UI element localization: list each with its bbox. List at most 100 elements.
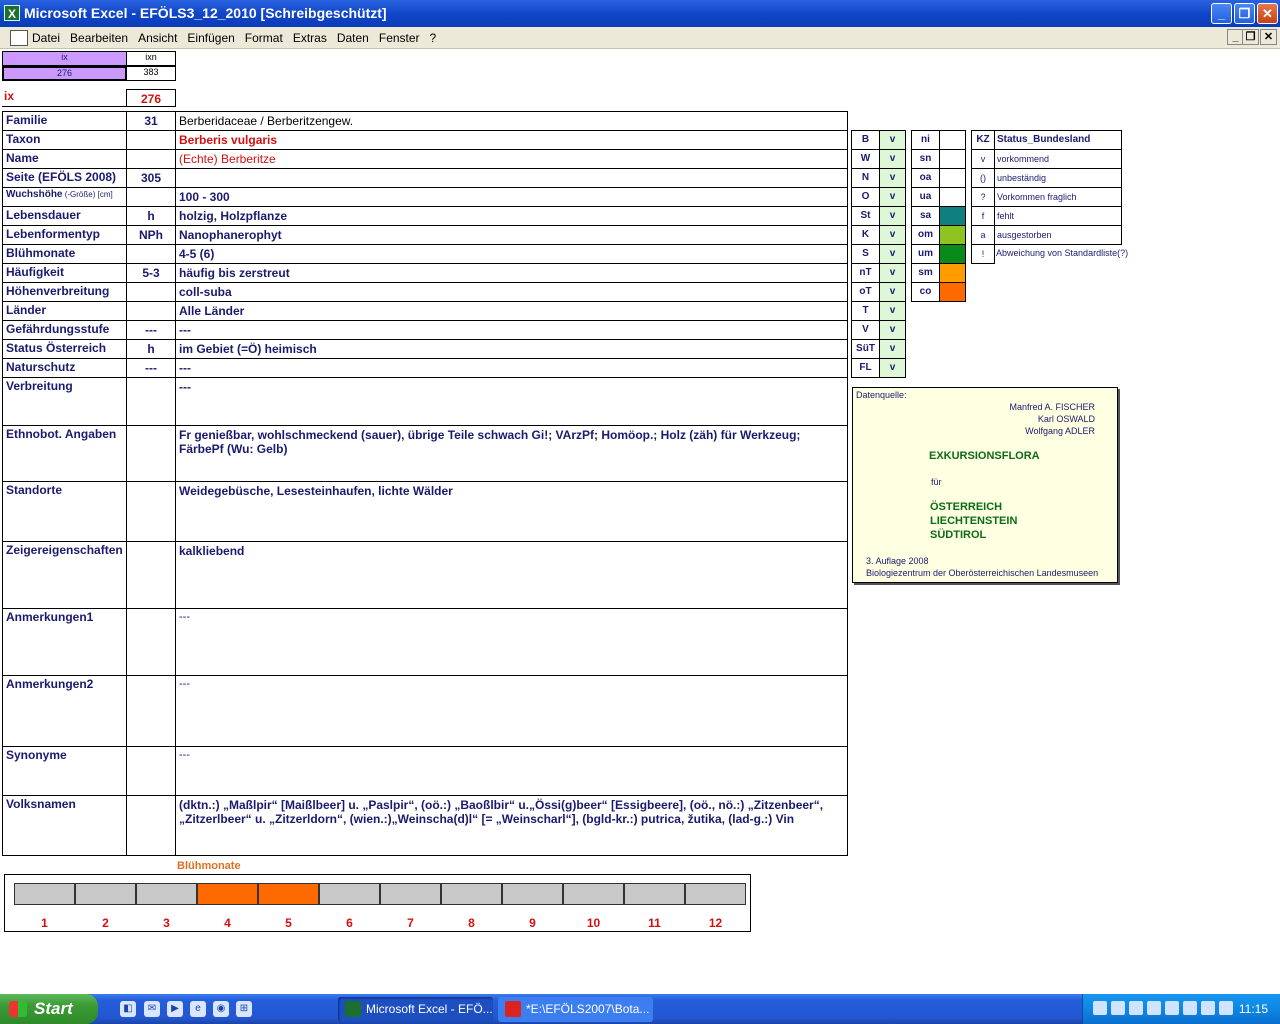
row-value[interactable]: Alle Länder xyxy=(175,301,848,321)
state-code: FL xyxy=(851,358,880,378)
tray-icon-2[interactable] xyxy=(1111,1001,1125,1015)
row-code[interactable]: --- xyxy=(126,358,176,378)
row-value[interactable]: coll-suba xyxy=(175,282,848,302)
ix-value-cell[interactable]: 276 xyxy=(2,66,127,81)
system-tray: 11:15 xyxy=(1082,994,1280,1024)
row-value[interactable]: Nanophanerophyt xyxy=(175,225,848,245)
row-code[interactable]: 5-3 xyxy=(126,263,176,283)
row-value[interactable]: --- xyxy=(175,358,848,378)
row-code[interactable] xyxy=(126,675,176,747)
tray-icon-4[interactable] xyxy=(1147,1001,1161,1015)
state-value[interactable]: v xyxy=(879,168,906,188)
close-button[interactable]: ✕ xyxy=(1257,3,1278,24)
tray-icon-3[interactable] xyxy=(1129,1001,1143,1015)
row-code[interactable]: NPh xyxy=(126,225,176,245)
row-code[interactable] xyxy=(126,301,176,321)
row-value[interactable]: (Echte) Berberitze xyxy=(175,149,848,169)
row-code[interactable]: h xyxy=(126,206,176,226)
status-kz-header: KZ xyxy=(971,130,995,150)
row-value[interactable]: (dktn.:) „Maßlpir“ [Maißlbeer] u. „Paslp… xyxy=(175,795,848,856)
firefox-icon[interactable]: ◉ xyxy=(213,1001,229,1017)
row-code[interactable] xyxy=(126,149,176,169)
ixn-value-cell[interactable]: 383 xyxy=(126,66,176,81)
state-value[interactable]: v xyxy=(879,282,906,302)
row-value[interactable]: 100 - 300 xyxy=(175,187,848,207)
menu-daten[interactable]: Daten xyxy=(337,31,369,45)
month-bar-12 xyxy=(685,883,746,905)
taskbar-folder[interactable]: *E:\EFÖLS2007\Bota... xyxy=(498,997,653,1022)
start-button[interactable]: Start xyxy=(0,994,98,1024)
row-label: Name xyxy=(2,149,127,169)
row-value[interactable]: Weidegebüsche, Lesesteinhaufen, lichte W… xyxy=(175,481,848,542)
state-value[interactable]: v xyxy=(879,263,906,283)
row-code[interactable]: 305 xyxy=(126,168,176,188)
row-value[interactable]: --- xyxy=(175,608,848,676)
state-value[interactable]: v xyxy=(879,130,906,150)
state-value[interactable]: v xyxy=(879,187,906,207)
outlook-icon[interactable]: ✉ xyxy=(144,1001,160,1017)
row-value[interactable]: 4-5 (6) xyxy=(175,244,848,264)
row-value[interactable]: --- xyxy=(175,320,848,340)
minimize-button[interactable]: _ xyxy=(1211,3,1232,24)
row-code[interactable] xyxy=(126,608,176,676)
row-value[interactable]: --- xyxy=(175,675,848,747)
row-value[interactable]: Fr genießbar, wohlschmeckend (sauer), üb… xyxy=(175,425,848,482)
restore-button[interactable]: ❐ xyxy=(1234,3,1255,24)
state-value[interactable]: v xyxy=(879,358,906,378)
tray-icon-5[interactable] xyxy=(1165,1001,1179,1015)
workbook-icon[interactable] xyxy=(10,30,28,46)
state-value[interactable]: v xyxy=(879,320,906,340)
menu-einfügen[interactable]: Einfügen xyxy=(187,31,234,45)
desktop-icon[interactable]: ◧ xyxy=(120,1001,136,1017)
state-value[interactable]: v xyxy=(879,244,906,264)
state-value[interactable]: v xyxy=(879,301,906,321)
row-value[interactable]: --- xyxy=(175,377,848,426)
row-code[interactable]: h xyxy=(126,339,176,359)
row-code[interactable] xyxy=(126,282,176,302)
row-value[interactable]: häufig bis zerstreut xyxy=(175,263,848,283)
state-value[interactable]: v xyxy=(879,206,906,226)
row-code[interactable] xyxy=(126,481,176,542)
state-code: SüT xyxy=(851,339,880,359)
state-value[interactable]: v xyxy=(879,149,906,169)
tray-icon-1[interactable] xyxy=(1093,1001,1107,1015)
excel-icon[interactable]: X xyxy=(4,5,20,21)
row-value[interactable]: kalkliebend xyxy=(175,541,848,609)
menu-format[interactable]: Format xyxy=(245,31,283,45)
row-code[interactable] xyxy=(126,746,176,796)
ix-big-value[interactable]: 276 xyxy=(126,89,176,107)
tray-icon-6[interactable] xyxy=(1183,1001,1197,1015)
row-code[interactable]: 31 xyxy=(126,111,176,131)
row-value[interactable]: Berberidaceae / Berberitzengew. xyxy=(175,111,848,131)
row-code[interactable] xyxy=(126,244,176,264)
row-code[interactable] xyxy=(126,795,176,856)
menu-ansicht[interactable]: Ansicht xyxy=(138,31,177,45)
state-value[interactable]: v xyxy=(879,225,906,245)
internet-explorer-icon[interactable]: e xyxy=(190,1001,206,1017)
menu-help[interactable]: ? xyxy=(430,31,437,45)
row-value[interactable]: im Gebiet (=Ö) heimisch xyxy=(175,339,848,359)
state-value[interactable]: v xyxy=(879,339,906,359)
taskbar-excel[interactable]: Microsoft Excel - EFÖ... xyxy=(338,997,493,1022)
tray-icon-8[interactable] xyxy=(1219,1001,1233,1015)
row-code[interactable] xyxy=(126,377,176,426)
doc-close-button[interactable]: ✕ xyxy=(1260,29,1277,45)
network-icon[interactable]: ⊞ xyxy=(236,1001,252,1017)
media-player-icon[interactable]: ▶ xyxy=(167,1001,183,1017)
menu-datei[interactable]: Datei xyxy=(32,31,60,45)
row-code[interactable] xyxy=(126,187,176,207)
menu-fenster[interactable]: Fenster xyxy=(379,31,420,45)
doc-restore-button[interactable]: ❐ xyxy=(1242,29,1259,45)
menu-bearbeiten[interactable]: Bearbeiten xyxy=(70,31,128,45)
altitude-color-swatch xyxy=(939,168,966,188)
row-code[interactable] xyxy=(126,425,176,482)
row-value[interactable]: Berberis vulgaris xyxy=(175,130,848,150)
menu-extras[interactable]: Extras xyxy=(293,31,327,45)
row-code[interactable] xyxy=(126,541,176,609)
row-value[interactable]: --- xyxy=(175,746,848,796)
row-value[interactable] xyxy=(175,168,848,188)
row-value[interactable]: holzig, Holzpflanze xyxy=(175,206,848,226)
tray-icon-7[interactable] xyxy=(1201,1001,1215,1015)
row-code[interactable]: --- xyxy=(126,320,176,340)
row-code[interactable] xyxy=(126,130,176,150)
